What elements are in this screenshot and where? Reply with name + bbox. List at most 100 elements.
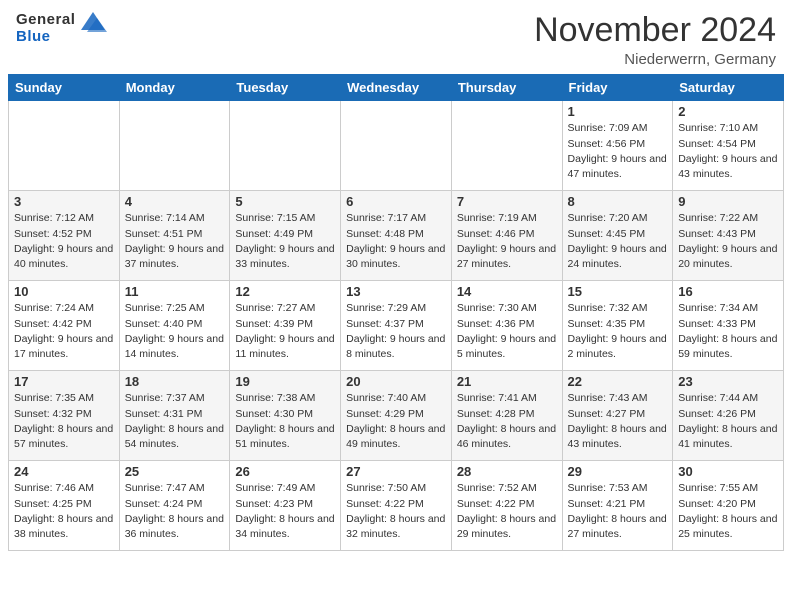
sunrise-text: Sunrise: 7:30 AM bbox=[457, 301, 557, 316]
sunset-text: Sunset: 4:22 PM bbox=[346, 497, 446, 512]
day-number: 8 bbox=[568, 194, 668, 209]
daylight-text: Daylight: 8 hours and 29 minutes. bbox=[457, 512, 557, 542]
sunrise-text: Sunrise: 7:49 AM bbox=[235, 481, 335, 496]
table-cell: 7Sunrise: 7:19 AMSunset: 4:46 PMDaylight… bbox=[451, 191, 562, 281]
day-number: 20 bbox=[346, 374, 446, 389]
sunset-text: Sunset: 4:46 PM bbox=[457, 227, 557, 242]
day-number: 23 bbox=[678, 374, 778, 389]
day-number: 7 bbox=[457, 194, 557, 209]
daylight-text: Daylight: 9 hours and 24 minutes. bbox=[568, 242, 668, 272]
sunrise-text: Sunrise: 7:50 AM bbox=[346, 481, 446, 496]
sunrise-text: Sunrise: 7:52 AM bbox=[457, 481, 557, 496]
sunrise-text: Sunrise: 7:27 AM bbox=[235, 301, 335, 316]
day-number: 21 bbox=[457, 374, 557, 389]
sunrise-text: Sunrise: 7:55 AM bbox=[678, 481, 778, 496]
day-number: 3 bbox=[14, 194, 114, 209]
sunset-text: Sunset: 4:37 PM bbox=[346, 317, 446, 332]
header-tuesday: Tuesday bbox=[230, 75, 341, 101]
day-info: Sunrise: 7:10 AMSunset: 4:54 PMDaylight:… bbox=[678, 121, 778, 182]
daylight-text: Daylight: 9 hours and 17 minutes. bbox=[14, 332, 114, 362]
header-wednesday: Wednesday bbox=[341, 75, 452, 101]
sunrise-text: Sunrise: 7:15 AM bbox=[235, 211, 335, 226]
table-cell: 12 Sunrise: 7:27 AMSunset: 4:39 PMDayligh… bbox=[230, 281, 341, 371]
table-cell: 16Sunrise: 7:34 AMSunset: 4:33 PMDayligh… bbox=[673, 281, 784, 371]
sunset-text: Sunset: 4:21 PM bbox=[568, 497, 668, 512]
daylight-text: Daylight: 8 hours and 59 minutes. bbox=[678, 332, 778, 362]
daylight-text: Daylight: 8 hours and 36 minutes. bbox=[125, 512, 225, 542]
table-cell: 26Sunrise: 7:49 AMSunset: 4:23 PMDayligh… bbox=[230, 461, 341, 551]
sunrise-text: Sunrise: 7:35 AM bbox=[14, 391, 114, 406]
day-number: 22 bbox=[568, 374, 668, 389]
day-info: Sunrise: 7:38 AMSunset: 4:30 PMDaylight:… bbox=[235, 391, 335, 452]
day-info: Sunrise: 7:52 AMSunset: 4:22 PMDaylight:… bbox=[457, 481, 557, 542]
daylight-text: Daylight: 9 hours and 33 minutes. bbox=[235, 242, 335, 272]
day-info: Sunrise: 7:35 AMSunset: 4:32 PMDaylight:… bbox=[14, 391, 114, 452]
day-info: Sunrise: 7:09 AMSunset: 4:56 PMDaylight:… bbox=[568, 121, 668, 182]
sunset-text: Sunset: 4:45 PM bbox=[568, 227, 668, 242]
sunset-text: Sunset: 4:23 PM bbox=[235, 497, 335, 512]
day-number: 25 bbox=[125, 464, 225, 479]
day-number: 10 bbox=[14, 284, 114, 299]
day-number: 26 bbox=[235, 464, 335, 479]
day-info: Sunrise: 7:20 AMSunset: 4:45 PMDaylight:… bbox=[568, 211, 668, 272]
sunrise-text: Sunrise: 7:32 AM bbox=[568, 301, 668, 316]
sunset-text: Sunset: 4:43 PM bbox=[678, 227, 778, 242]
calendar-table: Sunday Monday Tuesday Wednesday Thursday… bbox=[8, 74, 784, 551]
sunset-text: Sunset: 4:52 PM bbox=[14, 227, 114, 242]
table-cell: 23Sunrise: 7:44 AMSunset: 4:26 PMDayligh… bbox=[673, 371, 784, 461]
day-number: 27 bbox=[346, 464, 446, 479]
table-cell bbox=[230, 101, 341, 191]
day-info: Sunrise: 7:37 AMSunset: 4:31 PMDaylight:… bbox=[125, 391, 225, 452]
sunrise-text: Sunrise: 7:29 AM bbox=[346, 301, 446, 316]
daylight-text: Daylight: 8 hours and 54 minutes. bbox=[125, 422, 225, 452]
table-cell: 4Sunrise: 7:14 AMSunset: 4:51 PMDaylight… bbox=[119, 191, 230, 281]
table-cell: 29Sunrise: 7:53 AMSunset: 4:21 PMDayligh… bbox=[562, 461, 673, 551]
month-year: November 2024 bbox=[534, 12, 776, 49]
location: Niederwerrn, Germany bbox=[534, 51, 776, 68]
table-cell: 27 Sunrise: 7:50 AMSunset: 4:22 PMDayligh… bbox=[341, 461, 452, 551]
sunrise-text: Sunrise: 7:10 AM bbox=[678, 121, 778, 136]
sunset-text: Sunset: 4:48 PM bbox=[346, 227, 446, 242]
title-block: November 2024 Niederwerrn, Germany bbox=[534, 12, 776, 68]
daylight-text: Daylight: 8 hours and 41 minutes. bbox=[678, 422, 778, 452]
day-number: 17 bbox=[14, 374, 114, 389]
day-number: 9 bbox=[678, 194, 778, 209]
table-cell: 17 Sunrise: 7:35 AMSunset: 4:32 PMDayligh… bbox=[9, 371, 120, 461]
sunset-text: Sunset: 4:51 PM bbox=[125, 227, 225, 242]
daylight-text: Daylight: 9 hours and 47 minutes. bbox=[568, 152, 668, 182]
table-cell: 14Sunrise: 7:30 AMSunset: 4:36 PMDayligh… bbox=[451, 281, 562, 371]
day-info: Sunrise: 7:17 AMSunset: 4:48 PMDaylight:… bbox=[346, 211, 446, 272]
table-cell bbox=[341, 101, 452, 191]
table-cell bbox=[9, 101, 120, 191]
table-cell: 21 Sunrise: 7:41 AMSunset: 4:28 PMDayligh… bbox=[451, 371, 562, 461]
header-monday: Monday bbox=[119, 75, 230, 101]
sunrise-text: Sunrise: 7:22 AM bbox=[678, 211, 778, 226]
logo-blue-text: Blue bbox=[16, 29, 51, 46]
daylight-text: Daylight: 9 hours and 11 minutes. bbox=[235, 332, 335, 362]
sunset-text: Sunset: 4:29 PM bbox=[346, 407, 446, 422]
daylight-text: Daylight: 8 hours and 57 minutes. bbox=[14, 422, 114, 452]
sunset-text: Sunset: 4:56 PM bbox=[568, 137, 668, 152]
sunset-text: Sunset: 4:49 PM bbox=[235, 227, 335, 242]
sunset-text: Sunset: 4:39 PM bbox=[235, 317, 335, 332]
sunset-text: Sunset: 4:22 PM bbox=[457, 497, 557, 512]
day-number: 4 bbox=[125, 194, 225, 209]
day-number: 12 bbox=[235, 284, 335, 299]
sunset-text: Sunset: 4:32 PM bbox=[14, 407, 114, 422]
day-info: Sunrise: 7:41 AMSunset: 4:28 PMDaylight:… bbox=[457, 391, 557, 452]
sunrise-text: Sunrise: 7:09 AM bbox=[568, 121, 668, 136]
day-number: 16 bbox=[678, 284, 778, 299]
day-info: Sunrise: 7:27 AMSunset: 4:39 PMDaylight:… bbox=[235, 301, 335, 362]
table-cell: 18Sunrise: 7:37 AMSunset: 4:31 PMDayligh… bbox=[119, 371, 230, 461]
day-info: Sunrise: 7:50 AMSunset: 4:22 PMDaylight:… bbox=[346, 481, 446, 542]
day-info: Sunrise: 7:12 AMSunset: 4:52 PMDaylight:… bbox=[14, 211, 114, 272]
daylight-text: Daylight: 8 hours and 32 minutes. bbox=[346, 512, 446, 542]
daylight-text: Daylight: 9 hours and 5 minutes. bbox=[457, 332, 557, 362]
day-number: 13 bbox=[346, 284, 446, 299]
sunrise-text: Sunrise: 7:47 AM bbox=[125, 481, 225, 496]
daylight-text: Daylight: 9 hours and 37 minutes. bbox=[125, 242, 225, 272]
sunset-text: Sunset: 4:54 PM bbox=[678, 137, 778, 152]
table-cell: 22Sunrise: 7:43 AMSunset: 4:27 PMDayligh… bbox=[562, 371, 673, 461]
day-info: Sunrise: 7:15 AMSunset: 4:49 PMDaylight:… bbox=[235, 211, 335, 272]
logo: General Blue bbox=[16, 12, 107, 45]
